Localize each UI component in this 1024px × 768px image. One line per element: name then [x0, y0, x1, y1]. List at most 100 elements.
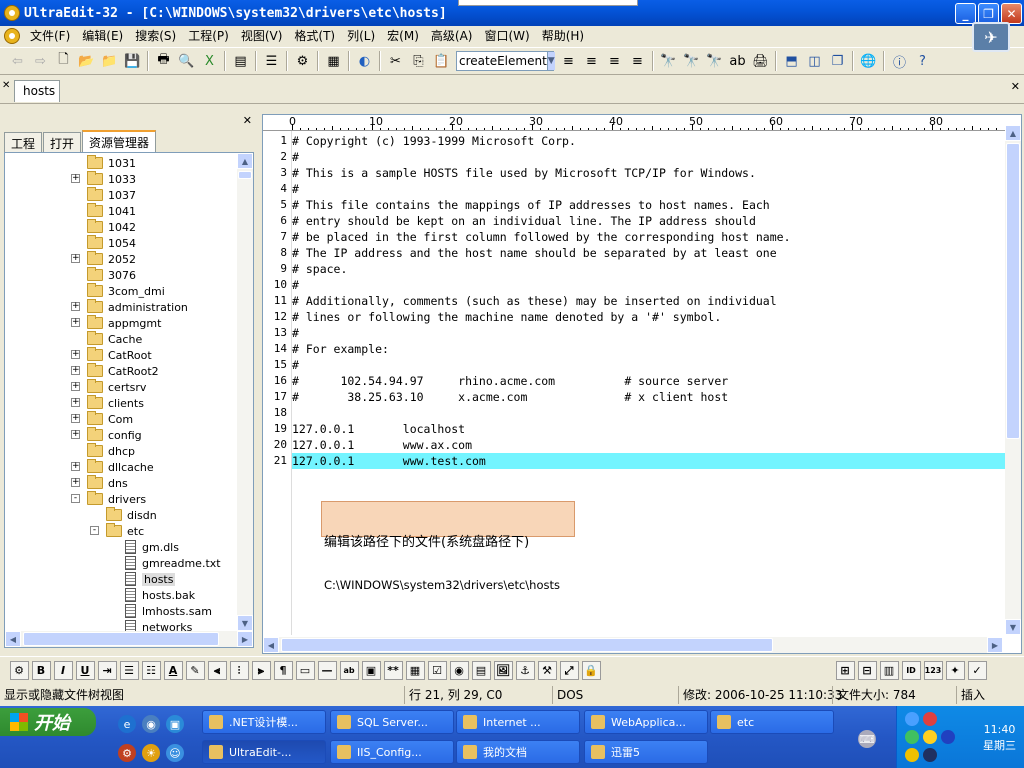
tree-item[interactable]: + administration: [71, 299, 188, 315]
antivirus-icon[interactable]: [905, 730, 919, 744]
close-tab-icon[interactable]: ✕: [2, 80, 10, 91]
button-control-icon[interactable]: ▦: [405, 661, 425, 680]
taskbar-button[interactable]: .NET设计模...: [202, 710, 326, 734]
expand-icon[interactable]: +: [71, 398, 80, 407]
text-field-icon[interactable]: ab: [339, 661, 359, 680]
media-tray-icon[interactable]: [941, 730, 955, 744]
document-list-icon[interactable]: ▦: [324, 51, 344, 71]
tree-item[interactable]: + dllcache: [71, 459, 154, 475]
scroll-up-icon[interactable]: ▲: [237, 153, 253, 169]
anchor-icon[interactable]: ⚓: [515, 661, 535, 680]
qq-icon[interactable]: [923, 712, 937, 726]
print-preview-icon[interactable]: 🔍: [177, 51, 197, 71]
excel-icon[interactable]: X: [200, 51, 220, 71]
tree-item[interactable]: lmhosts.sam: [125, 603, 212, 619]
forward-icon[interactable]: ⇨: [31, 51, 51, 71]
taskbar-button[interactable]: 迅雷5: [584, 740, 708, 764]
listbox-icon[interactable]: ▤: [471, 661, 491, 680]
expand-icon[interactable]: +: [71, 366, 80, 375]
tool-icon[interactable]: ⚙: [118, 744, 136, 762]
desktop-icon[interactable]: ▣: [166, 715, 184, 733]
tree-item[interactable]: +1033: [71, 171, 136, 187]
menu-window[interactable]: 窗口(W): [478, 27, 535, 45]
hex-mode-icon[interactable]: ⚙: [293, 51, 313, 71]
id-icon[interactable]: ID: [901, 661, 921, 680]
collapse-icon[interactable]: -: [71, 494, 80, 503]
save-icon[interactable]: 💾: [123, 51, 143, 71]
taskbar-button[interactable]: 我的文档: [456, 740, 580, 764]
editor-horizontal-scrollbar[interactable]: ◀ ▶: [263, 637, 1003, 653]
tree-item[interactable]: hosts: [125, 571, 176, 587]
frame-icon[interactable]: ▥: [879, 661, 899, 680]
document-menu-icon[interactable]: [4, 28, 20, 44]
align-center-icon[interactable]: ≡: [582, 51, 602, 71]
tools-icon[interactable]: ⚒: [537, 661, 557, 680]
tree-item[interactable]: + dns: [71, 475, 128, 491]
bullet-list-icon[interactable]: ☰: [119, 661, 139, 680]
close-pane-icon[interactable]: ✕: [243, 114, 252, 127]
underline-icon[interactable]: U: [75, 661, 95, 680]
tree-horizontal-scrollbar[interactable]: ◀ ▶: [5, 631, 253, 647]
find-icon[interactable]: 🔭: [659, 51, 679, 71]
open-folder-icon[interactable]: 📂: [77, 51, 97, 71]
scroll-thumb[interactable]: [1006, 143, 1020, 439]
validate-icon[interactable]: ✓: [967, 661, 987, 680]
radio-icon[interactable]: ◉: [449, 661, 469, 680]
replace-icon[interactable]: ab: [728, 51, 748, 71]
tab-project[interactable]: 工程: [4, 132, 43, 152]
expand-icon[interactable]: +: [71, 318, 80, 327]
expand-icon[interactable]: +: [71, 382, 80, 391]
tree-item[interactable]: + Com: [71, 411, 133, 427]
paste-icon[interactable]: 📋: [432, 51, 452, 71]
ultraedit-app-icon[interactable]: [4, 5, 20, 21]
scroll-right-icon[interactable]: ▶: [987, 637, 1003, 653]
italic-icon[interactable]: I: [53, 661, 73, 680]
expand-icon[interactable]: +: [71, 414, 80, 423]
tree-item[interactable]: 1054: [87, 235, 136, 251]
expand-icon[interactable]: +: [71, 478, 80, 487]
context-help-icon[interactable]: ?: [913, 51, 933, 71]
file-tab-hosts[interactable]: hosts: [14, 80, 60, 102]
firefox-icon[interactable]: ☀: [142, 744, 160, 762]
page-icon[interactable]: ▤: [231, 51, 251, 71]
table-edit-icon[interactable]: ⊟: [857, 661, 877, 680]
find-next-icon[interactable]: 🔭: [682, 51, 702, 71]
info-icon[interactable]: ⓘ: [890, 51, 910, 71]
copy-icon[interactable]: ⎘: [409, 51, 429, 71]
messenger-icon[interactable]: ☺: [166, 744, 184, 762]
table-icon[interactable]: ⊞: [835, 661, 855, 680]
settings-icon[interactable]: ⚙: [9, 661, 29, 680]
expand-icon[interactable]: +: [71, 350, 80, 359]
volume-icon[interactable]: [923, 730, 937, 744]
tree-item[interactable]: - etc: [90, 523, 144, 539]
taskbar-button[interactable]: WebApplica...: [584, 710, 708, 734]
justify-icon[interactable]: ≡: [628, 51, 648, 71]
tree-item[interactable]: + CatRoot2: [71, 363, 159, 379]
word-wrap-icon[interactable]: ☰: [262, 51, 282, 71]
collapse-icon[interactable]: -: [90, 526, 99, 535]
align-right-icon[interactable]: ≡: [605, 51, 625, 71]
tree-item[interactable]: 1042: [87, 219, 136, 235]
scroll-thumb[interactable]: [281, 638, 773, 652]
expand-icon[interactable]: +: [71, 430, 80, 439]
expand-icon[interactable]: +: [71, 462, 80, 471]
scroll-down-icon[interactable]: ▼: [1005, 619, 1021, 635]
back-icon[interactable]: ⇦: [8, 51, 28, 71]
editor-vertical-scrollbar[interactable]: ▲ ▼: [1005, 125, 1021, 635]
expand-icon[interactable]: +: [71, 254, 80, 263]
tree-item[interactable]: + appmgmt: [71, 315, 161, 331]
bold-icon[interactable]: B: [31, 661, 51, 680]
find-in-files-icon[interactable]: 🔭: [705, 51, 725, 71]
expand-icon[interactable]: +: [71, 302, 80, 311]
menu-file[interactable]: 文件(F): [24, 27, 76, 45]
lock-icon[interactable]: 🔒: [581, 661, 601, 680]
taskbar-button[interactable]: IIS_Config...: [330, 740, 454, 764]
close-folder-icon[interactable]: 📁: [100, 51, 120, 71]
tree-item[interactable]: 3com_dmi: [87, 283, 165, 299]
align-left-icon[interactable]: ⫷: [207, 661, 227, 680]
tree-vertical-scrollbar[interactable]: ▲ ▼: [237, 153, 253, 631]
tree-item[interactable]: 3076: [87, 267, 136, 283]
tree-item[interactable]: + config: [71, 427, 142, 443]
web-icon[interactable]: 🌐: [859, 51, 879, 71]
function-list-combo[interactable]: createElement ▼: [456, 51, 555, 71]
